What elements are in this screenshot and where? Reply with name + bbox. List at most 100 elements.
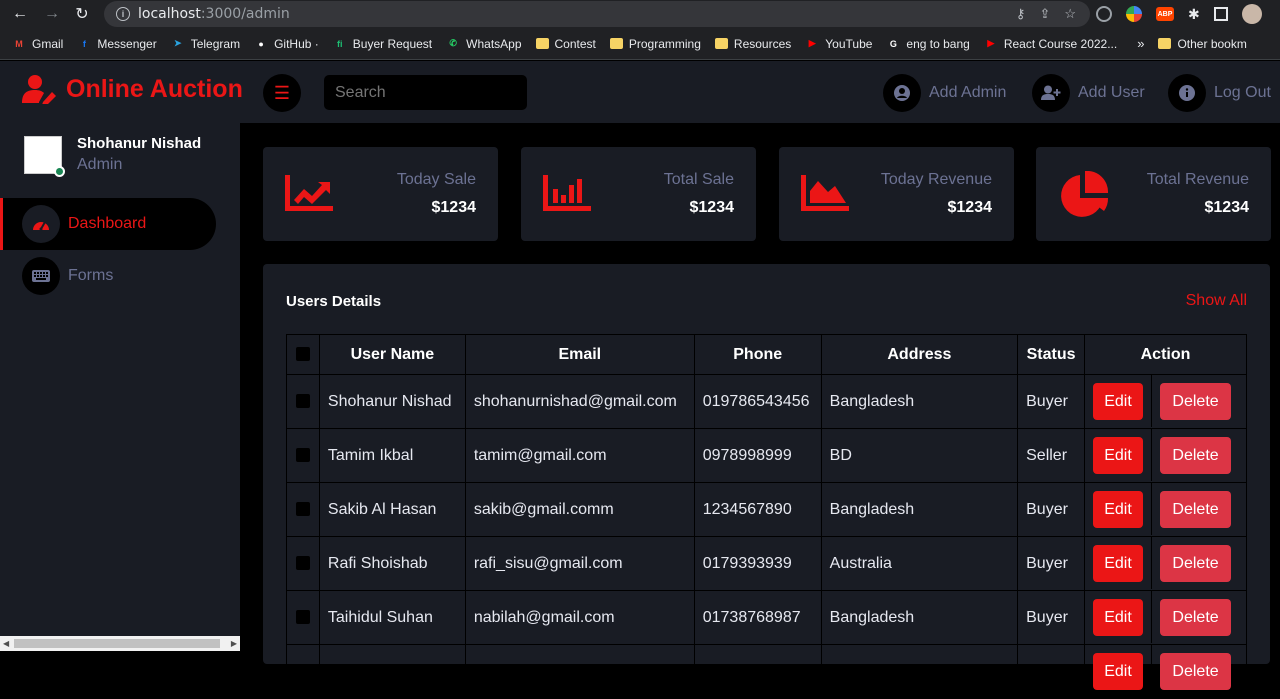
phone-cell: 0179393939 [693, 536, 822, 591]
horizontal-scrollbar[interactable]: ◀ ▶ [0, 636, 240, 651]
email-cell: tamim@gmail.com [464, 428, 695, 483]
stat-card-today-sale: Today Sale $1234 [263, 147, 498, 241]
card-label: Today Sale [396, 171, 476, 188]
sidepanel-icon[interactable] [1213, 7, 1228, 21]
stat-card-total-sale: Total Sale $1234 [521, 147, 756, 241]
extension-color-icon[interactable] [1126, 6, 1142, 22]
bookmark-item[interactable]: fi Buyer Request [333, 37, 432, 51]
bookmark-item[interactable]: f Messenger [77, 37, 157, 51]
profile-avatar-icon[interactable] [1241, 4, 1262, 24]
puzzle-icon[interactable]: ✱ [1188, 6, 1200, 23]
delete-button[interactable]: Delete [1160, 382, 1232, 420]
site-info-icon[interactable]: i [116, 7, 130, 21]
stat-card-total-revenue: Total Revenue $1234 [1036, 147, 1271, 241]
address-cell [820, 644, 1019, 699]
sidebar: Shohanur Nishad Admin Dashboard Forms [0, 123, 240, 651]
users-panel: Users Details Show All User Name Email P… [263, 264, 1270, 699]
line-chart-icon [285, 175, 333, 211]
delete-button[interactable]: Delete [1160, 490, 1232, 528]
sidebar-item-label: Forms [68, 267, 114, 284]
bookmark-label: Other bookm [1177, 36, 1247, 51]
select-all-checkbox[interactable] [295, 347, 310, 362]
edit-button[interactable]: Edit [1093, 436, 1144, 474]
panel-title: Users Details [286, 293, 382, 310]
phone-cell: 01738768987 [693, 590, 822, 645]
bookmark-item[interactable]: M Gmail [12, 37, 63, 51]
row-checkbox[interactable] [295, 664, 310, 679]
row-checkbox[interactable] [295, 394, 310, 409]
user-name-cell: Sakib Al Hasan [318, 482, 466, 537]
github-icon: ● [258, 38, 264, 49]
add-admin-button[interactable]: Add Admin [883, 74, 1006, 112]
bookmark-label: GitHub · [274, 36, 319, 51]
user-name-cell: Shohanur Nishad [318, 374, 466, 429]
bookmark-item[interactable]: ▶ YouTube [805, 37, 873, 51]
delete-button[interactable]: Delete [1160, 544, 1232, 582]
scrollbar-thumb[interactable] [14, 639, 220, 648]
logout-button[interactable]: Log Out [1168, 74, 1271, 112]
user-name-cell [318, 644, 466, 699]
other-bookmarks-folder[interactable]: Other bookm [1158, 36, 1247, 51]
bookmark-item[interactable]: Resources [714, 37, 791, 51]
edit-button[interactable]: Edit [1093, 490, 1144, 528]
key-icon[interactable]: ⚷ [1016, 6, 1026, 22]
brand[interactable]: Online Auction [22, 74, 243, 104]
bookmark-item[interactable]: Programming [609, 37, 701, 51]
brand-title: Online Auction [66, 74, 243, 103]
card-label: Today Revenue [880, 171, 992, 188]
star-icon[interactable]: ☆ [1064, 6, 1076, 22]
row-checkbox[interactable] [295, 556, 310, 571]
bookmark-item[interactable]: Contest [535, 37, 596, 51]
add-user-label: Add User [1078, 84, 1145, 101]
share-icon[interactable]: ⇪ [1039, 6, 1050, 22]
bookmark-label: eng to bang [906, 36, 970, 51]
edit-button[interactable]: Edit [1093, 652, 1144, 690]
area-chart-icon [801, 175, 849, 211]
delete-button[interactable]: Delete [1160, 436, 1232, 474]
row-checkbox[interactable] [295, 448, 310, 463]
menu-toggle-button[interactable]: ☰ [263, 74, 301, 112]
online-status-dot [54, 166, 65, 177]
bookmark-item[interactable]: Geng to bang [886, 36, 970, 51]
delete-button[interactable]: Delete [1160, 652, 1232, 690]
show-all-link[interactable]: Show All [1186, 292, 1247, 310]
forward-arrow-icon[interactable]: → [38, 0, 66, 28]
row-checkbox[interactable] [295, 502, 310, 517]
address-bar[interactable]: i localhost:3000/admin ⚷ ⇪ ☆ [104, 1, 1090, 27]
folder-icon [714, 38, 728, 49]
bookmark-item[interactable]: ▶ React Course 2022... [984, 37, 1117, 51]
whatsapp-icon: ✆ [449, 38, 457, 48]
scroll-right-arrow-icon[interactable]: ▶ [231, 639, 237, 648]
bookmark-label: Buyer Request [352, 36, 433, 51]
add-user-button[interactable]: Add User [1032, 74, 1145, 112]
adblock-icon[interactable]: ABP [1156, 7, 1174, 21]
scroll-left-arrow-icon[interactable]: ◀ [3, 639, 9, 648]
delete-button[interactable]: Delete [1160, 598, 1232, 636]
table-row: Rafi Shoishab rafi_sisu@gmail.com 01793939… [286, 536, 1247, 591]
phone-cell: 1234567890 [693, 482, 822, 537]
status-cell: Buyer [1017, 536, 1086, 591]
bookmark-item[interactable]: ● GitHub · [254, 36, 319, 51]
email-cell: sakib@gmail.comm [464, 482, 695, 537]
card-value: $1234 [1204, 199, 1250, 216]
bookmarks-bar: M Gmail f Messenger ➤ Telegram ● GitHub · fi Buye… [0, 28, 1280, 60]
edit-button[interactable]: Edit [1093, 544, 1144, 582]
edit-button[interactable]: Edit [1093, 598, 1144, 636]
card-value: $1234 [947, 199, 993, 216]
info-circle-icon [1168, 74, 1206, 112]
action-cell: Edit Delete [1084, 644, 1247, 699]
bookmark-item[interactable]: ➤ Telegram [171, 37, 240, 51]
back-arrow-icon[interactable]: ← [6, 0, 34, 28]
extension-circle-icon[interactable] [1096, 6, 1112, 22]
row-select-cell [286, 644, 320, 699]
bookmarks-overflow-button[interactable]: » [1137, 36, 1144, 51]
edit-button[interactable]: Edit [1093, 382, 1144, 420]
row-select-cell [286, 482, 320, 537]
bookmark-item[interactable]: ✆ WhatsApp [446, 37, 521, 51]
row-checkbox[interactable] [295, 610, 310, 625]
pie-chart-icon [1061, 171, 1109, 217]
sidebar-item-forms[interactable]: Forms [0, 250, 216, 302]
reload-icon[interactable]: ↻ [68, 0, 96, 28]
search-input[interactable] [324, 75, 527, 110]
sidebar-item-dashboard[interactable]: Dashboard [0, 198, 216, 250]
